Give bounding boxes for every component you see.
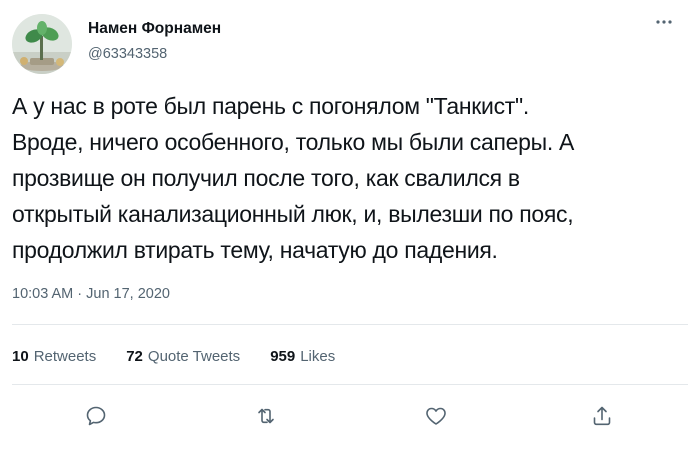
tweet-text-line: открытый канализационный люк, и, вылезши… xyxy=(12,201,574,227)
tweet-text-line: продолжил втирать тему, начатую до паден… xyxy=(12,237,498,263)
quote-tweets-count: 72 xyxy=(126,348,143,365)
likes-label: Likes xyxy=(300,348,336,365)
divider xyxy=(12,384,688,385)
tweet-timestamp[interactable]: 10:03 AM · Jun 17, 2020 xyxy=(12,286,170,302)
tweet-text-line: А у нас в роте был парень с погонялом "Т… xyxy=(12,93,529,119)
author-handle[interactable]: @63343358 xyxy=(88,46,167,62)
tweet-text-line: Вроде, ничего особенного, только мы были… xyxy=(12,129,575,155)
likes-count: 959 xyxy=(270,348,296,365)
share-button[interactable] xyxy=(582,396,622,436)
tweet-actions xyxy=(0,396,700,436)
reply-button[interactable] xyxy=(76,396,116,436)
retweet-button[interactable] xyxy=(246,396,286,436)
retweets-count: 10 xyxy=(12,348,29,365)
more-options-button[interactable] xyxy=(648,10,680,34)
quote-tweets-label: Quote Tweets xyxy=(147,348,241,365)
avatar[interactable] xyxy=(12,14,72,74)
author-display-name[interactable]: Намен Форнамен xyxy=(88,20,221,38)
retweets-stat[interactable]: 10 Retweets xyxy=(12,348,96,365)
more-dots-icon xyxy=(656,20,672,24)
avatar-image xyxy=(12,14,72,74)
like-button[interactable] xyxy=(416,396,456,436)
tweet-text-line: прозвище он получил после того, как свал… xyxy=(12,165,520,191)
engagement-stats: 10 Retweets 72 Quote Tweets 959 Likes xyxy=(12,348,335,365)
quote-tweets-stat[interactable]: 72 Quote Tweets xyxy=(126,348,240,365)
tweet-text: А у нас в роте был парень с погонялом "Т… xyxy=(12,88,692,268)
retweets-label: Retweets xyxy=(33,348,97,365)
retweet-icon xyxy=(258,408,274,424)
divider xyxy=(12,324,688,325)
likes-stat[interactable]: 959 Likes xyxy=(270,348,335,365)
reply-icon xyxy=(86,406,106,426)
heart-icon xyxy=(426,407,446,425)
share-icon xyxy=(593,406,611,426)
